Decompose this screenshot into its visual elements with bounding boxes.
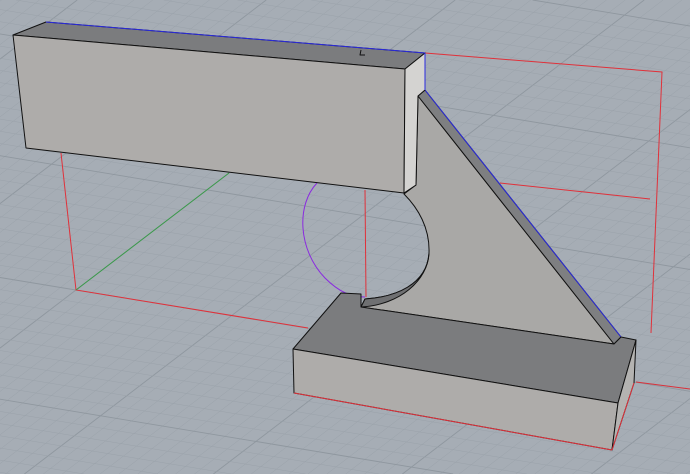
grid-line	[610, 412, 690, 474]
grid-line	[0, 423, 306, 474]
grid-line	[0, 0, 21, 16]
grid-line	[0, 435, 232, 474]
grid-line	[0, 179, 690, 295]
bbox-mid-edge	[499, 182, 651, 200]
grid-line	[0, 398, 454, 474]
grid-line	[666, 456, 690, 474]
grid-line	[532, 0, 690, 27]
grid-line	[384, 0, 690, 51]
grid-line	[0, 0, 2, 2]
grid-line	[0, 191, 690, 307]
grid-line	[0, 411, 380, 474]
y-axis-line	[75, 172, 230, 291]
viewport-canvas[interactable]	[0, 0, 690, 474]
grid-line	[647, 441, 690, 474]
circle-curve	[302, 182, 366, 298]
perspective-viewport[interactable]	[0, 0, 690, 474]
x-axis-line	[635, 381, 690, 390]
grid-line	[0, 447, 158, 474]
bbox-center-vertical	[364, 189, 367, 298]
